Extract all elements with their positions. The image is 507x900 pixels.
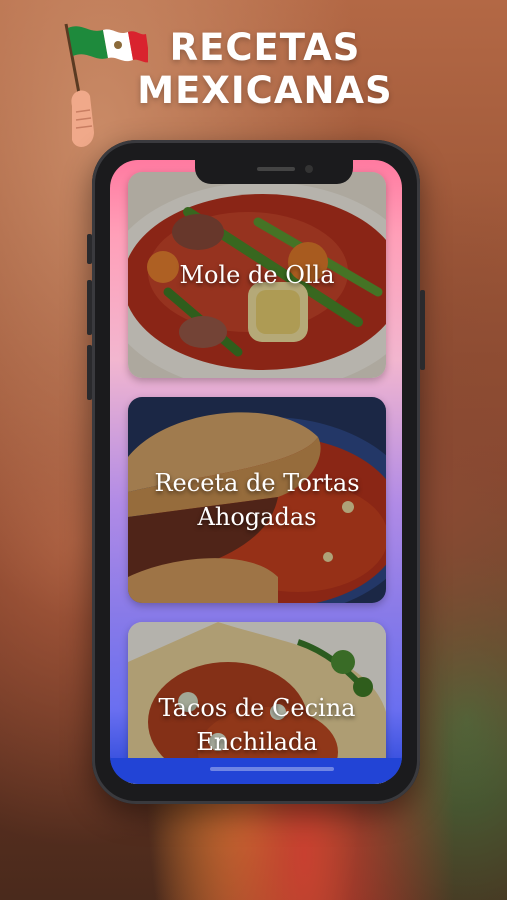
app-screen: Mole de Olla Receta de Tortas Ahogadas T… <box>110 160 402 784</box>
recipe-card-tortas-ahogadas[interactable]: Receta de Tortas Ahogadas <box>128 397 386 603</box>
phone-side-button <box>87 234 92 264</box>
title-line-2: MEXICANAS <box>137 69 393 112</box>
bottom-bar <box>110 758 402 784</box>
speaker-grille <box>257 167 295 171</box>
app-title: RECETAS MEXICANAS <box>130 26 400 112</box>
home-indicator[interactable] <box>210 767 334 771</box>
title-line-1: RECETAS <box>169 26 361 69</box>
front-camera <box>305 165 313 173</box>
phone-side-button <box>87 280 92 335</box>
phone-mockup: Mole de Olla Receta de Tortas Ahogadas T… <box>87 140 425 804</box>
header: RECETAS MEXICANAS <box>0 0 507 147</box>
recipe-title: Mole de Olla <box>179 261 335 289</box>
phone-side-button <box>87 345 92 400</box>
phone-side-button <box>420 290 425 370</box>
phone-notch <box>195 160 353 184</box>
recipe-title: Tacos de Cecina Enchilada <box>158 694 356 756</box>
recipe-title: Receta de Tortas Ahogadas <box>154 469 360 531</box>
recipe-card-mole-de-olla[interactable]: Mole de Olla <box>128 172 386 378</box>
